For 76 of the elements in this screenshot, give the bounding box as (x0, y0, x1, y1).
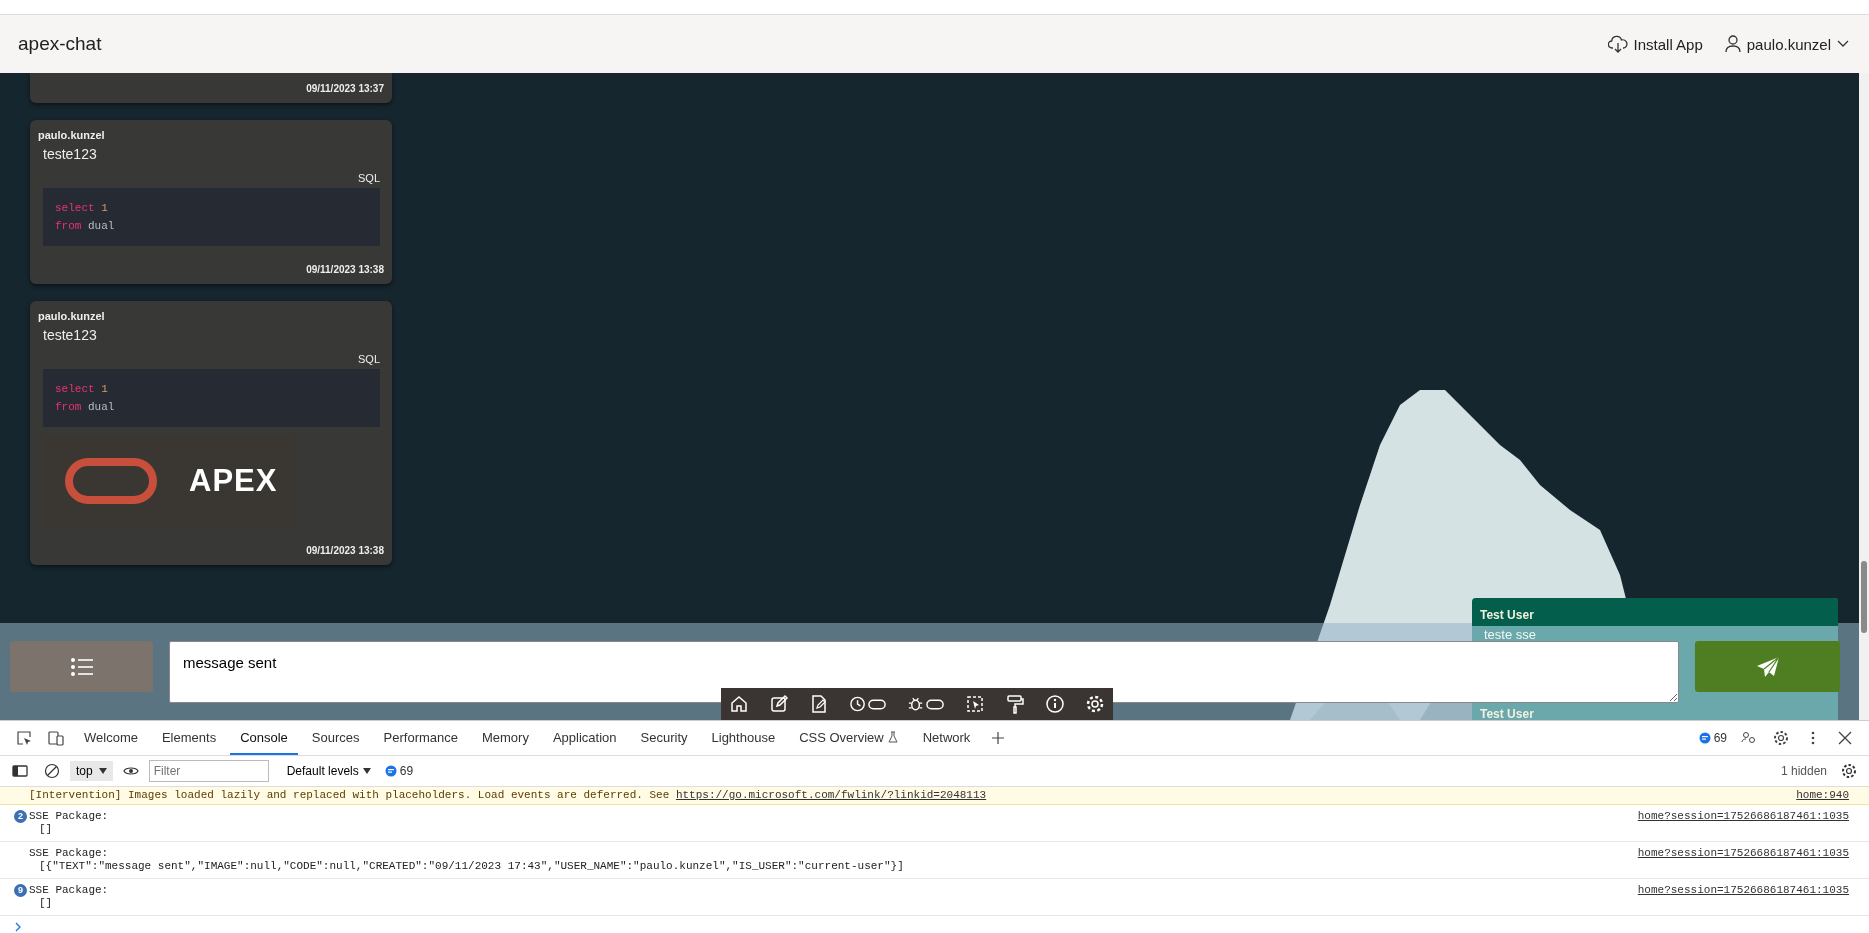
settings-icon[interactable] (1773, 730, 1789, 746)
message-timestamp: 09/11/2023 13:38 (306, 545, 384, 556)
people-icon[interactable] (1741, 730, 1757, 746)
message-timestamp: 09/11/2023 13:37 (306, 83, 384, 94)
message-author: Test User (1480, 707, 1534, 720)
dropdown-arrow-icon (362, 768, 371, 774)
devtools-tab[interactable]: Welcome (74, 721, 148, 755)
message-author: paulo.kunzel (38, 310, 105, 322)
dropdown-arrow-icon (98, 768, 107, 774)
edit-icon[interactable] (769, 694, 789, 714)
message-text: teste123 (43, 327, 97, 343)
device-icon[interactable] (48, 730, 64, 746)
devtools-tab[interactable]: Performance (373, 721, 468, 755)
code-block: select 1 from dual (43, 188, 380, 246)
source-link[interactable]: home?session=17526686187461:1035 (1637, 884, 1849, 910)
sidebar-toggle-icon[interactable] (12, 763, 28, 779)
user-menu-button[interactable]: paulo.kunzel (1722, 31, 1851, 57)
message-author: Test User (1480, 608, 1534, 622)
context-dropdown[interactable]: top (70, 761, 113, 781)
console-message: SSE Package: (29, 847, 110, 860)
devtools-tab[interactable]: Lighthouse (701, 721, 786, 755)
repeat-count-badge: 2 (14, 810, 27, 823)
levels-dropdown[interactable]: Default levels (280, 763, 377, 779)
devtools-tab[interactable]: CSS Overview (789, 721, 909, 755)
message-timestamp: 09/11/2023 13:38 (306, 264, 384, 275)
issues-counter[interactable]: 69 (1698, 731, 1727, 745)
user-icon (1724, 35, 1741, 53)
console-message: SSE Package: (29, 810, 110, 823)
list-icon (70, 657, 93, 676)
source-link[interactable]: home?session=17526686187461:1035 (1637, 810, 1849, 836)
devtools-tab[interactable]: Network (912, 721, 981, 755)
close-icon[interactable] (1837, 730, 1853, 746)
console-message: [{"TEXT":"message sent","IMAGE":null,"CODE":null,"CREATED":"09/11/2023 17:43","USER_NAME":"paulo.kunzel","IS_USER":"current-user"}] (38, 860, 905, 873)
console-message: [] (38, 897, 54, 910)
hidden-count: 1 hidden (1780, 764, 1827, 778)
install-app-button[interactable]: Install App (1605, 31, 1705, 57)
code-block: select 1 from dual (43, 369, 380, 427)
message-input-field[interactable]: message sent (169, 641, 1679, 703)
select-cursor-icon[interactable] (965, 694, 985, 714)
console-message: SSE Package: (29, 884, 110, 897)
message-text: teste123 (43, 146, 97, 162)
app-title[interactable]: apex-chat (18, 33, 102, 55)
source-link[interactable]: home?session=17526686187461:1035 (1637, 847, 1849, 873)
settings-icon[interactable] (1841, 763, 1857, 779)
prompt-chevron-icon[interactable] (14, 922, 22, 932)
home-icon[interactable] (729, 694, 749, 714)
devtools-tab[interactable]: Sources (301, 721, 370, 755)
devtools-tab[interactable]: Console (230, 721, 298, 755)
devtools-tab[interactable]: Application (542, 721, 627, 755)
scrollbar-thumb[interactable] (1861, 561, 1867, 633)
history-toggle-icon[interactable] (849, 694, 887, 714)
repeat-count-badge: 9 (14, 884, 27, 897)
devtools-tab[interactable]: Security (630, 721, 698, 755)
console-message: [] (38, 823, 54, 836)
console-warning: [Intervention] Images loaded lazily and replaced with placeholders. Load events are deferred. See https://go.microsoft.com/fwlink/?linkid=2048113 (29, 789, 988, 802)
devtools-tab[interactable]: Memory (472, 721, 539, 755)
message-text: teste sse (1483, 626, 1538, 643)
code-language-label: SQL (358, 172, 380, 184)
send-icon (1755, 655, 1780, 678)
paint-roller-icon[interactable] (1005, 694, 1025, 714)
code-language-label: SQL (358, 353, 380, 365)
inspect-icon[interactable] (16, 730, 32, 746)
logo-image: APEX (43, 435, 295, 527)
chevron-down-icon (1837, 40, 1849, 48)
devtools-tab[interactable]: Elements (151, 721, 227, 755)
cloud-download-icon (1607, 35, 1628, 53)
source-link[interactable]: home:940 (1796, 789, 1849, 802)
clear-console-icon[interactable] (44, 763, 60, 779)
message-counter[interactable]: 69 (384, 764, 414, 778)
info-icon[interactable] (1045, 694, 1065, 714)
message-author: paulo.kunzel (38, 129, 105, 141)
console-link[interactable]: https://go.microsoft.com/fwlink/?linkid=2048113 (675, 789, 987, 801)
filter-field[interactable]: Filter (148, 760, 269, 782)
page-edit-icon[interactable] (809, 694, 829, 714)
send-button[interactable] (1695, 641, 1840, 692)
plus-icon[interactable] (990, 730, 1007, 746)
